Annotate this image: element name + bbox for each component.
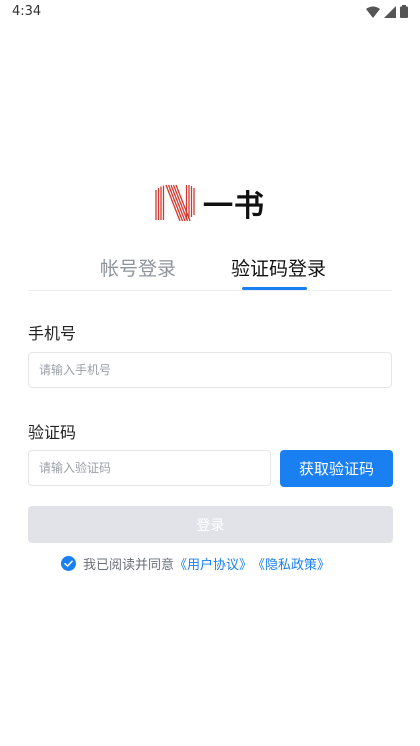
agreement-text: 我已阅读并同意 xyxy=(83,557,175,573)
status-bar: 4:34 xyxy=(0,0,420,24)
status-icons xyxy=(366,5,408,18)
login-button[interactable]: 登录 xyxy=(28,506,393,543)
checkbox-checked-icon[interactable] xyxy=(61,555,76,571)
code-label: 验证码 xyxy=(28,423,77,442)
active-tab-indicator xyxy=(242,287,307,290)
phone-input[interactable] xyxy=(28,352,392,388)
wifi-icon xyxy=(366,6,380,18)
logo-text: 一书 xyxy=(203,189,265,224)
app-logo: 一书 xyxy=(155,182,267,224)
privacy-policy-link[interactable]: 《隐私政策》 xyxy=(252,554,330,573)
status-time: 4:34 xyxy=(12,4,42,19)
user-agreement-link[interactable]: 《用户协议》 xyxy=(174,554,252,573)
striped-n-logo-icon xyxy=(155,184,195,222)
login-tabs: 帐号登录 验证码登录 xyxy=(28,250,392,291)
signal-icon xyxy=(384,5,396,18)
phone-label: 手机号 xyxy=(28,324,77,343)
battery-icon xyxy=(400,5,408,18)
tab-code-login[interactable]: 验证码登录 xyxy=(231,254,326,281)
agreement-row: 我已阅读并同意 《用户协议》 《隐私政策》 xyxy=(61,553,330,573)
code-input[interactable] xyxy=(28,450,271,486)
get-code-button[interactable]: 获取验证码 xyxy=(280,450,393,487)
tab-account-login[interactable]: 帐号登录 xyxy=(100,254,176,281)
